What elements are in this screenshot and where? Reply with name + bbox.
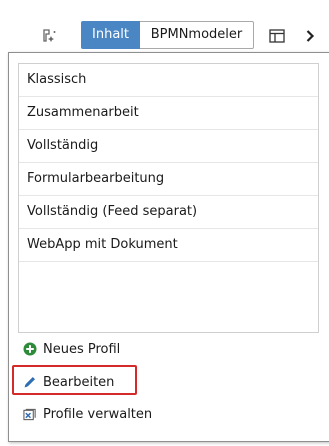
manage-profiles-button[interactable]: Profile verwalten xyxy=(23,403,152,425)
new-profile-button[interactable]: Neues Profil xyxy=(23,338,120,360)
edit-button[interactable]: Bearbeiten xyxy=(23,371,114,393)
chevron-right-icon[interactable] xyxy=(298,24,322,48)
profile-list: Klassisch Zusammenarbeit Vollständig For… xyxy=(18,63,319,333)
pencil-icon xyxy=(23,375,37,389)
tab-inhalt[interactable]: Inhalt xyxy=(81,21,140,49)
app-root: Inhalt BPMNmodeler Klassisch Zusammenarb… xyxy=(0,0,329,446)
profile-item-webapp-mit-dokument[interactable]: WebApp mit Dokument xyxy=(19,229,318,262)
manage-profiles-label: Profile verwalten xyxy=(43,406,153,422)
plus-circle-icon xyxy=(23,342,37,356)
schema-sparkle-icon[interactable] xyxy=(38,24,62,48)
profile-item-klassisch[interactable]: Klassisch xyxy=(19,64,318,97)
manage-profiles-icon xyxy=(23,407,37,421)
tab-bpmnmodeler[interactable]: BPMNmodeler xyxy=(140,21,254,49)
profile-item-vollstaendig-feed-separat[interactable]: Vollständig (Feed separat) xyxy=(19,196,318,229)
profile-item-zusammenarbeit[interactable]: Zusammenarbeit xyxy=(19,97,318,130)
edit-label: Bearbeiten xyxy=(43,374,115,390)
new-profile-label: Neues Profil xyxy=(43,341,121,357)
profile-item-formularbearbeitung[interactable]: Formularbearbeitung xyxy=(19,163,318,196)
profile-item-vollstaendig[interactable]: Vollständig xyxy=(19,130,318,163)
window-layout-icon[interactable] xyxy=(265,24,289,48)
toolbar: Inhalt BPMNmodeler xyxy=(0,0,329,52)
profile-dropdown-panel: Klassisch Zusammenarbeit Vollständig For… xyxy=(8,52,329,442)
